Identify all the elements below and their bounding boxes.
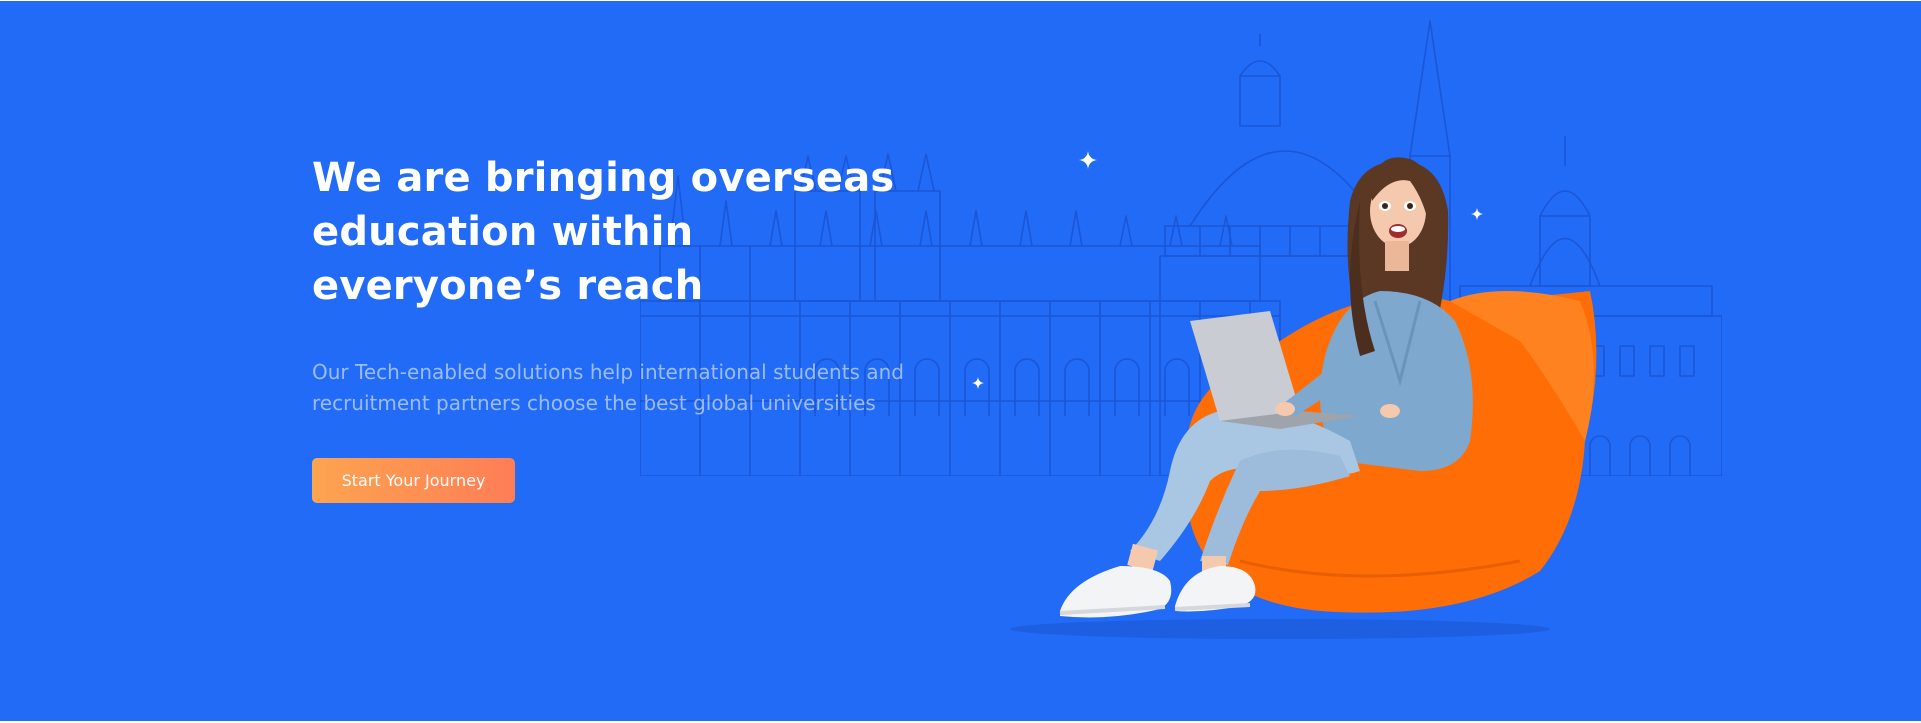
student-on-beanbag-illustration <box>1010 157 1597 639</box>
hero-title: We are bringing overseas education withi… <box>312 155 895 309</box>
hero-copy: We are bringing overseas education withi… <box>312 151 952 419</box>
hero-subtitle: Our Tech-enabled solutions help internat… <box>312 360 904 415</box>
start-your-journey-button[interactable]: Start Your Journey <box>312 458 515 503</box>
hero-section: We are bringing overseas education withi… <box>0 1 1921 721</box>
